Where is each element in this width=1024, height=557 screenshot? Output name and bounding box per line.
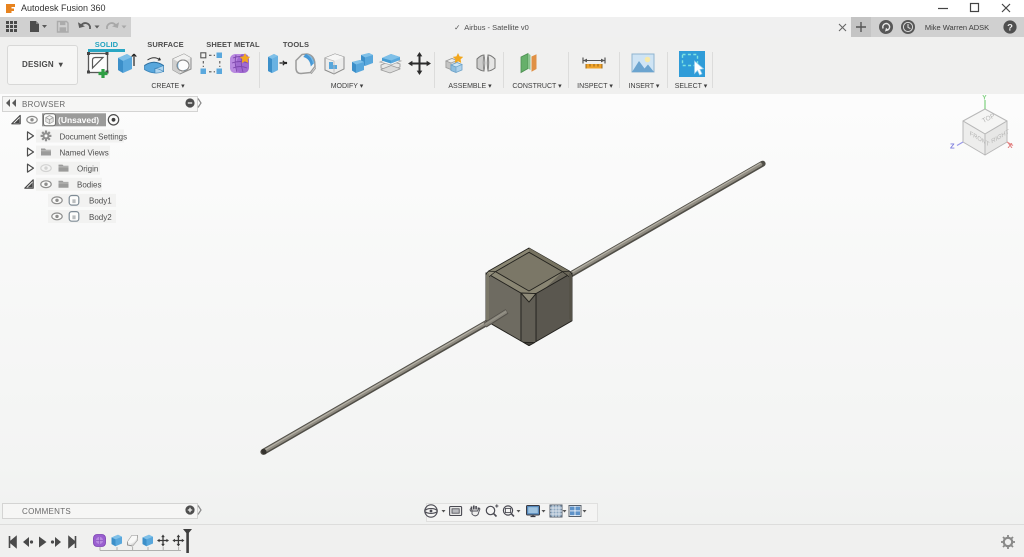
svg-text:Named Views: Named Views <box>60 148 109 157</box>
svg-text:Document Settings: Document Settings <box>60 132 128 141</box>
svg-text:Origin: Origin <box>77 165 98 174</box>
svg-text:Body1: Body1 <box>89 197 112 206</box>
svg-text:Z: Z <box>950 142 955 151</box>
svg-text:Y: Y <box>982 95 987 102</box>
svg-text:(Unsaved): (Unsaved) <box>58 115 99 125</box>
svg-text:Body2: Body2 <box>89 213 112 222</box>
svg-text:?: ? <box>1007 22 1013 33</box>
svg-text:Bodies: Bodies <box>77 181 101 190</box>
svg-text:X: X <box>1008 141 1013 150</box>
